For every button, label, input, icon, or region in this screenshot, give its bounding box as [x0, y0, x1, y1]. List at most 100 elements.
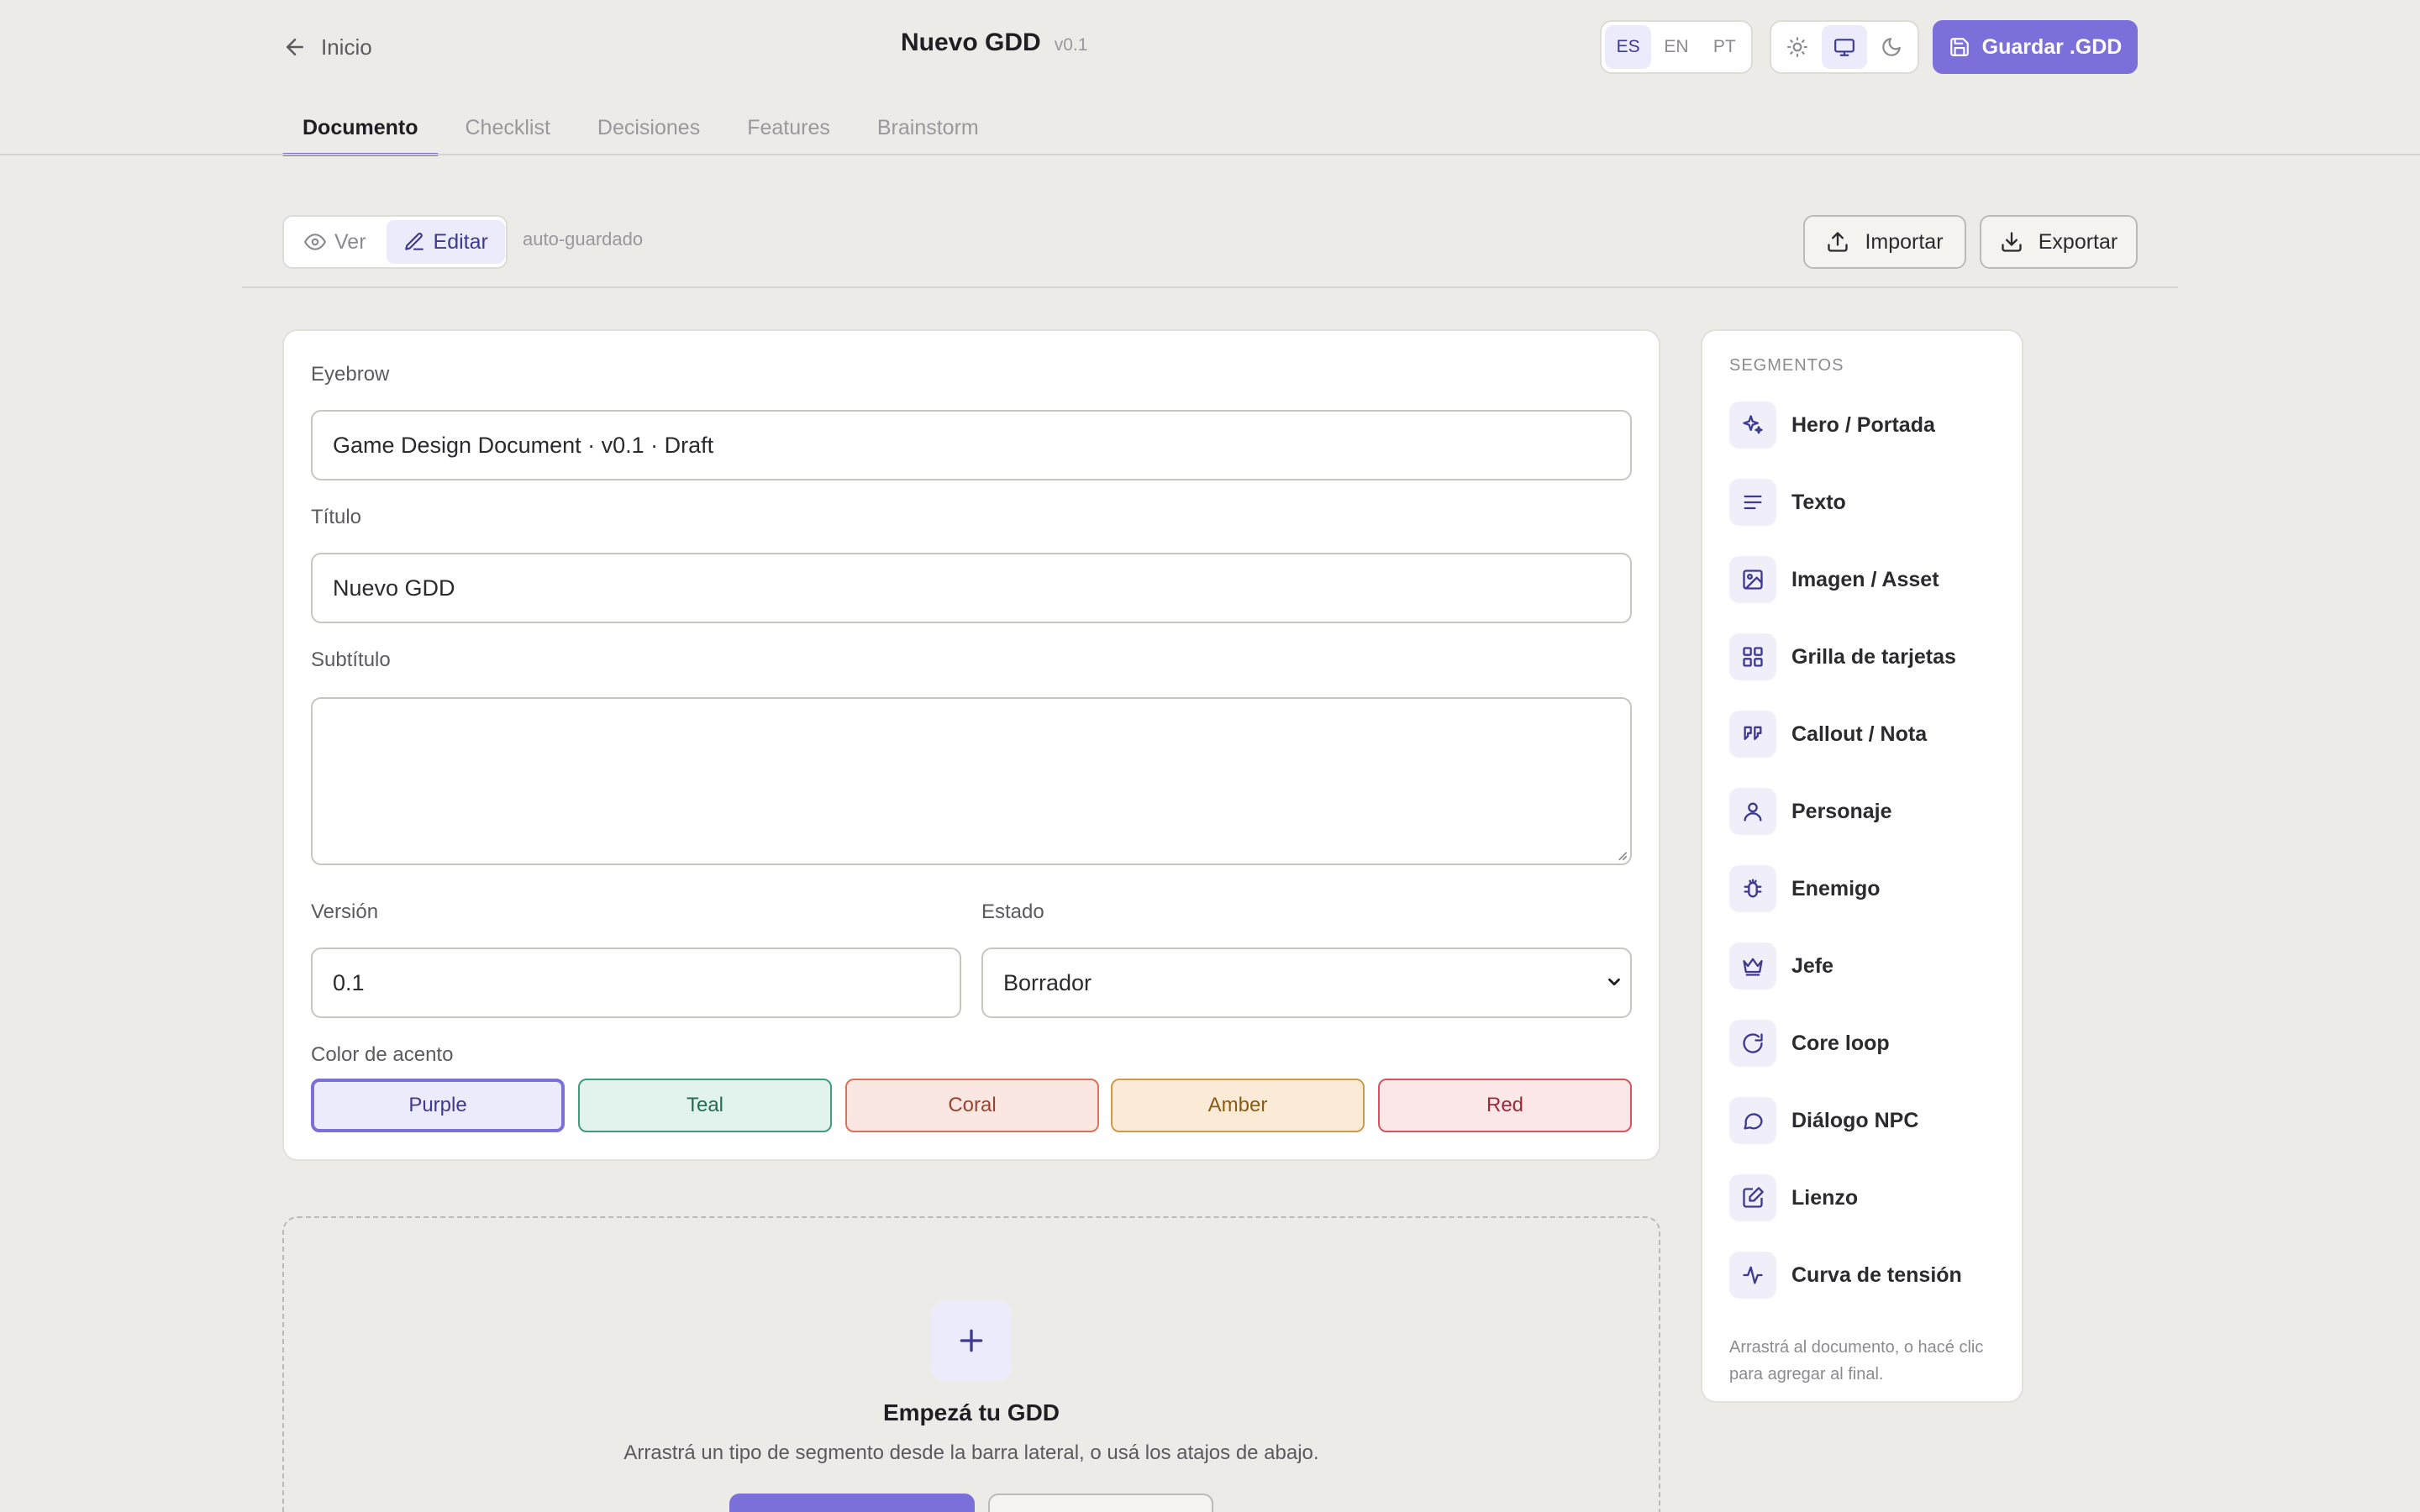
empty-state-title: Empezá tu GDD	[882, 1399, 1060, 1425]
grid-icon	[1729, 633, 1776, 680]
eyebrow-label: Eyebrow	[311, 363, 390, 386]
back-label: Inicio	[321, 34, 372, 60]
dark-theme-button[interactable]	[1869, 25, 1914, 69]
accent-color-label: Color de acento	[311, 1043, 454, 1066]
segment-item-personaje[interactable]: Personaje	[1729, 785, 2007, 838]
import-label: Importar	[1865, 229, 1944, 254]
save-icon	[1949, 36, 1970, 58]
back-link[interactable]: Inicio	[282, 30, 372, 64]
export-label: Exportar	[2038, 229, 2118, 254]
text-lines-icon	[1729, 479, 1776, 526]
import-button[interactable]: Importar	[1803, 215, 1966, 269]
document-title-text: Nuevo GDD	[901, 29, 1041, 56]
chevron-down-icon	[1608, 978, 1620, 986]
title-input[interactable]: Nuevo GDD	[311, 553, 1632, 623]
document-version-badge: v0.1	[1054, 35, 1088, 55]
sidebar-hint: Arrastrá al documento, o hacé clic para …	[1729, 1338, 1984, 1383]
view-mode-toggle: Ver Editar	[282, 215, 508, 269]
segment-item-label: Texto	[1791, 490, 1846, 514]
toolbar-divider	[242, 286, 2178, 288]
language-en-button[interactable]: EN	[1653, 25, 1699, 69]
add-segment-button[interactable]	[931, 1300, 1012, 1381]
pencil-icon	[403, 231, 425, 253]
tab-documento[interactable]: Documento	[282, 101, 439, 156]
save-gdd-button[interactable]: Guardar .GDD	[1933, 20, 2138, 74]
segment-item-imagen[interactable]: Imagen / Asset	[1729, 553, 2007, 606]
segment-item-label: Callout / Nota	[1791, 722, 1928, 746]
tab-features[interactable]: Features	[727, 101, 850, 155]
autosave-status: auto-guardado	[523, 228, 644, 249]
segment-item-dialogo[interactable]: Diálogo NPC	[1729, 1094, 2007, 1147]
edit-mode-button[interactable]: Editar	[386, 220, 505, 264]
quote-icon	[1729, 711, 1776, 758]
tab-decisiones[interactable]: Decisiones	[577, 101, 720, 155]
segment-item-label: Hero / Portada	[1791, 412, 1935, 437]
crown-icon	[1729, 942, 1776, 990]
edit-mode-label: Editar	[433, 229, 488, 254]
subtitle-textarea[interactable]	[311, 697, 1632, 865]
segment-item-label: Lienzo	[1791, 1185, 1859, 1210]
eye-icon	[304, 231, 326, 253]
bug-icon	[1729, 865, 1776, 912]
segment-item-texto[interactable]: Texto	[1729, 475, 2007, 529]
pulse-icon	[1729, 1252, 1776, 1299]
chat-icon	[1729, 1097, 1776, 1144]
accent-swatch-amber[interactable]: Amber	[1111, 1079, 1365, 1132]
download-icon	[2000, 230, 2023, 254]
sparkles-icon	[1729, 402, 1776, 449]
tab-checklist[interactable]: Checklist	[445, 101, 571, 155]
language-pt-button[interactable]: PT	[1702, 25, 1748, 69]
language-es-button[interactable]: ES	[1605, 25, 1652, 69]
eyebrow-input[interactable]: Game Design Document · v0.1 · Draft	[311, 410, 1632, 480]
segments-heading: SEGMENTOS	[1729, 356, 1844, 375]
image-icon	[1729, 556, 1776, 603]
resize-grip-icon[interactable]	[1613, 847, 1628, 862]
moon-icon	[1881, 36, 1902, 58]
segment-item-label: Personaje	[1791, 799, 1892, 823]
segment-item-label: Imagen / Asset	[1791, 567, 1939, 591]
secondary-shortcut-button[interactable]	[988, 1494, 1213, 1512]
segment-item-label: Core loop	[1791, 1031, 1890, 1055]
tab-brainstorm[interactable]: Brainstorm	[857, 101, 999, 155]
subtitle-label: Subtítulo	[311, 648, 391, 671]
segment-item-label: Jefe	[1791, 953, 1834, 978]
main-tabs: Documento Checklist Decisiones Features …	[282, 101, 1006, 156]
empty-state-subtitle: Arrastrá un tipo de segmento desde la ba…	[623, 1441, 1319, 1464]
version-label: Versión	[311, 900, 379, 923]
theme-switcher	[1770, 20, 1919, 74]
primary-shortcut-button[interactable]	[729, 1494, 975, 1512]
version-input[interactable]: 0.1	[311, 948, 961, 1018]
document-title: Nuevo GDD v0.1	[901, 29, 1087, 66]
segment-item-label: Enemigo	[1791, 876, 1881, 900]
accent-swatch-red[interactable]: Red	[1378, 1079, 1632, 1132]
view-mode-label: Ver	[334, 229, 366, 254]
canvas-icon	[1729, 1174, 1776, 1221]
segment-item-hero[interactable]: Hero / Portada	[1729, 398, 2007, 452]
segment-item-label: Curva de tensión	[1791, 1263, 1962, 1287]
view-mode-button[interactable]: Ver	[287, 220, 383, 264]
light-theme-button[interactable]	[1775, 25, 1820, 69]
system-theme-button[interactable]	[1822, 25, 1867, 69]
header-divider	[0, 154, 2420, 155]
segment-item-grilla[interactable]: Grilla de tarjetas	[1729, 630, 2007, 684]
arrow-left-icon	[282, 34, 308, 60]
segment-item-lienzo[interactable]: Lienzo	[1729, 1171, 2007, 1225]
sun-icon	[1786, 36, 1808, 58]
plus-icon	[955, 1324, 988, 1357]
accent-swatch-teal[interactable]: Teal	[578, 1079, 832, 1132]
segment-item-callout[interactable]: Callout / Nota	[1729, 707, 2007, 761]
language-switcher: ES EN PT	[1600, 20, 1753, 74]
accent-swatch-coral[interactable]: Coral	[845, 1079, 1099, 1132]
refresh-icon	[1729, 1020, 1776, 1067]
status-select[interactable]: Borrador	[981, 948, 1632, 1018]
segment-item-label: Grilla de tarjetas	[1791, 644, 1956, 669]
segment-item-enemigo[interactable]: Enemigo	[1729, 862, 2007, 916]
export-button[interactable]: Exportar	[1980, 215, 2138, 269]
segment-item-jefe[interactable]: Jefe	[1729, 939, 2007, 993]
title-label: Título	[311, 506, 362, 528]
segment-item-core-loop[interactable]: Core loop	[1729, 1016, 2007, 1070]
accent-swatch-purple[interactable]: Purple	[311, 1079, 565, 1132]
upload-icon	[1826, 230, 1849, 254]
segment-item-curva[interactable]: Curva de tensión	[1729, 1248, 2007, 1302]
status-select-value: Borrador	[1003, 969, 1092, 995]
